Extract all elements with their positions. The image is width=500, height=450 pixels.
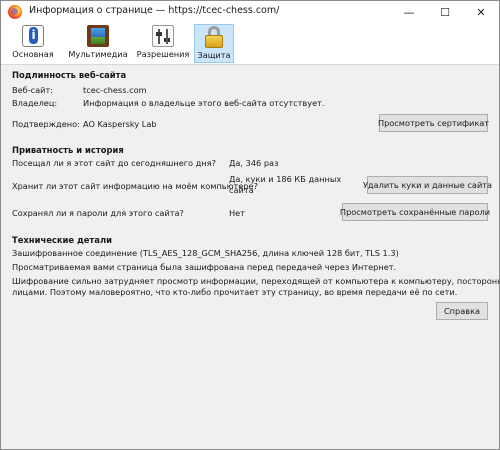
encryption-explanation-line2: лицами. Поэтому маловероятно, что кто-ли… xyxy=(12,287,458,297)
tab-media-label: Мультимедиа xyxy=(68,49,128,59)
view-certificate-button[interactable]: Просмотреть сертификат xyxy=(378,114,489,132)
lock-icon xyxy=(203,26,225,48)
owner-value: Информация о владельце этого веб-сайта о… xyxy=(83,98,325,108)
stored-question: Хранит ли этот сайт информацию на моём к… xyxy=(12,181,258,191)
clear-cookies-button[interactable]: Удалить куки и данные сайта xyxy=(363,176,492,194)
page-info-window: Информация о странице — https://tcec-che… xyxy=(0,0,500,450)
verified-label: Подтверждено: xyxy=(12,119,80,129)
minimize-button[interactable]: — xyxy=(391,1,427,23)
tab-general-label: Основная xyxy=(12,49,54,59)
tab-media[interactable]: Мультимедиа xyxy=(64,24,132,63)
close-button[interactable]: ✕ xyxy=(463,1,499,23)
connection-details: Зашифрованное соединение (TLS_AES_128_GC… xyxy=(12,248,399,258)
tab-permissions[interactable]: Разрешения xyxy=(134,24,192,63)
info-icon xyxy=(22,25,44,47)
maximize-button[interactable]: ☐ xyxy=(427,1,463,23)
window-title: Информация о странице — https://tcec-che… xyxy=(29,5,280,16)
stored-answer-line1: Да, куки и 186 КБ данных xyxy=(229,174,342,184)
visited-question: Посещал ли я этот сайт до сегодняшнего д… xyxy=(12,158,216,168)
tab-security-label: Защита xyxy=(197,50,231,60)
visited-answer: Да, 346 раз xyxy=(229,158,279,168)
media-icon xyxy=(87,25,109,47)
tab-toolbar: Основная Мультимедиа Разрешения Защита xyxy=(1,23,499,65)
firefox-icon xyxy=(8,5,22,19)
passwords-question: Сохранял ли я пароли для этого сайта? xyxy=(12,208,184,218)
encryption-note: Просматриваемая вами страница была зашиф… xyxy=(12,262,397,272)
tab-permissions-label: Разрешения xyxy=(136,49,190,59)
website-label: Веб-сайт: xyxy=(12,85,54,95)
verified-value: AO Kaspersky Lab xyxy=(83,119,157,129)
website-value: tcec-chess.com xyxy=(83,85,147,95)
passwords-answer: Нет xyxy=(229,208,245,218)
encryption-explanation-line1: Шифрование сильно затрудняет просмотр ин… xyxy=(12,276,500,286)
technical-section-title: Технические детали xyxy=(12,235,112,245)
title-bar: Информация о странице — https://tcec-che… xyxy=(1,1,499,23)
tab-security[interactable]: Защита xyxy=(194,24,234,63)
stored-answer-line2: сайта xyxy=(229,185,254,195)
identity-section-title: Подлинность веб-сайта xyxy=(12,70,127,80)
view-saved-passwords-button[interactable]: Просмотреть сохранённые пароли xyxy=(340,203,490,221)
help-button[interactable]: Справка xyxy=(436,302,488,320)
security-panel: Подлинность веб-сайта Веб-сайт: tcec-che… xyxy=(1,65,500,450)
permissions-icon xyxy=(152,25,174,47)
tab-general[interactable]: Основная xyxy=(5,24,61,63)
privacy-section-title: Приватность и история xyxy=(12,145,124,155)
owner-label: Владелец: xyxy=(12,98,58,108)
